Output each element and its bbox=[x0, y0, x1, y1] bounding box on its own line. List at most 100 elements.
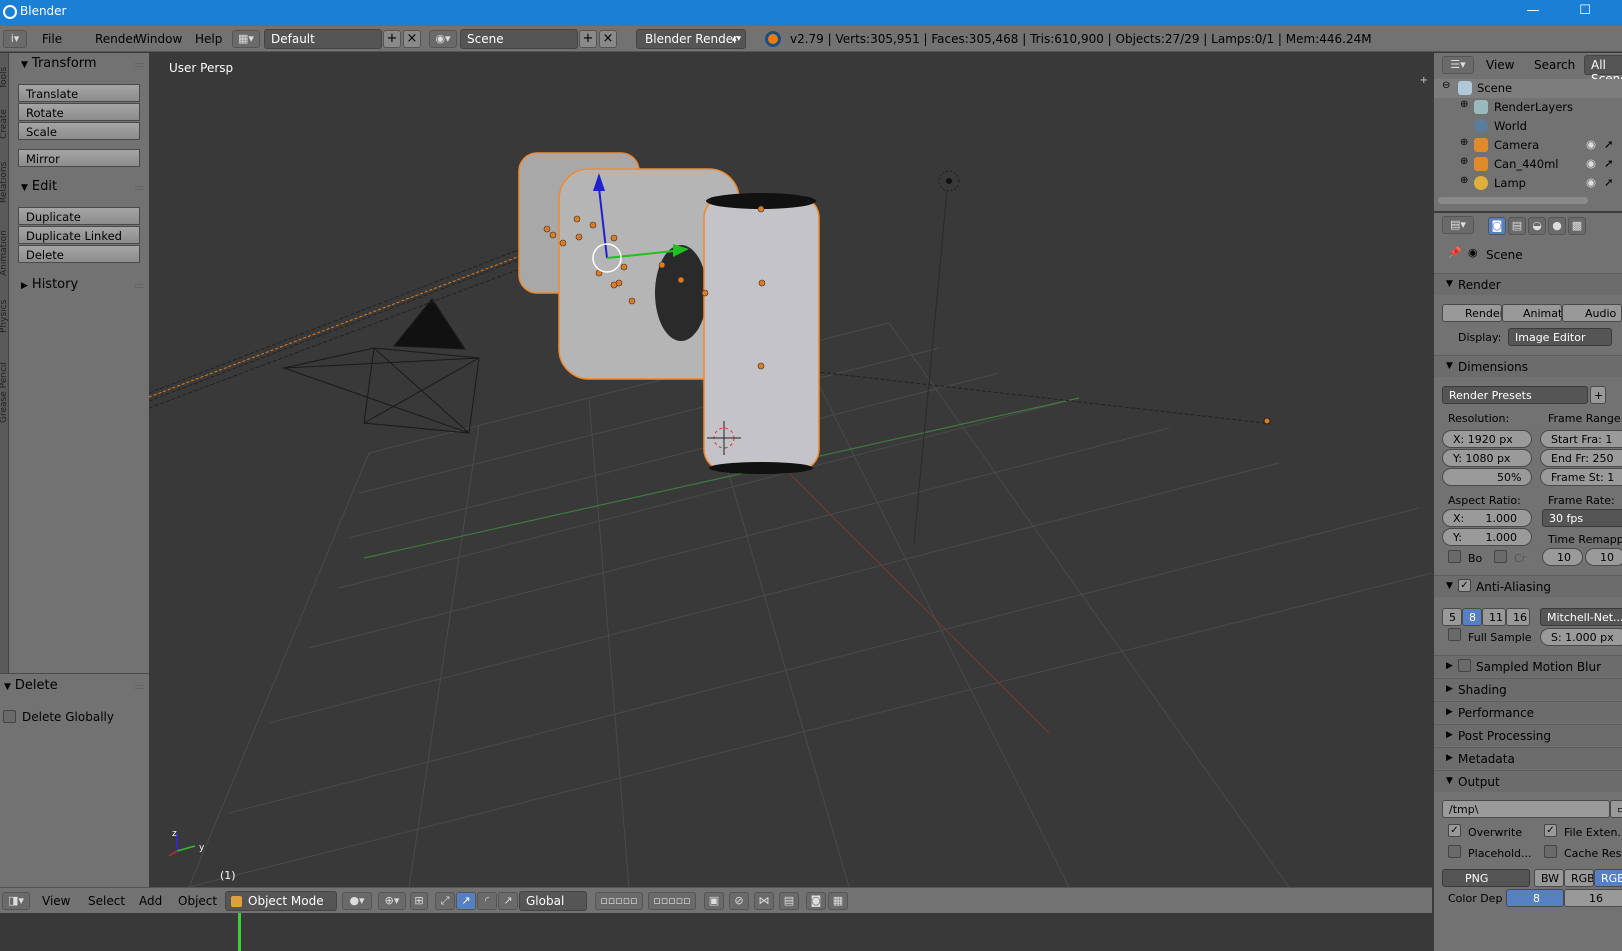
dimensions-section-header[interactable]: ▼ Dimensions bbox=[1434, 355, 1622, 377]
cursor-select-icon[interactable]: ➚ bbox=[1604, 137, 1614, 151]
timeline-area[interactable] bbox=[0, 913, 1432, 951]
outliner-row-lamp[interactable]: ⊕ Lamp ◉ ➚ bbox=[1434, 174, 1622, 193]
cursor-select-icon[interactable]: ➚ bbox=[1604, 156, 1614, 170]
menu-add[interactable]: Add bbox=[139, 894, 162, 908]
menu-select[interactable]: Select bbox=[88, 894, 125, 908]
start-frame-field[interactable]: Start Fra: 1 bbox=[1540, 430, 1622, 448]
shading-section-header[interactable]: ▶ Shading bbox=[1434, 678, 1622, 700]
resolution-y-field[interactable]: Y: 1080 px bbox=[1442, 449, 1532, 467]
menu-help[interactable]: Help bbox=[195, 32, 222, 46]
layout-selector[interactable]: Default bbox=[264, 29, 382, 49]
full-sample-checkbox[interactable] bbox=[1448, 628, 1461, 641]
depth-8-button[interactable]: 8 bbox=[1506, 889, 1564, 907]
border-checkbox[interactable] bbox=[1448, 550, 1461, 563]
outliner-scrollbar[interactable] bbox=[1438, 197, 1588, 204]
3d-viewport[interactable]: User Persp z y (1) + bbox=[149, 53, 1432, 887]
history-panel-title[interactable]: ▶ History bbox=[21, 277, 78, 292]
expand-icon[interactable]: ⊕ bbox=[1460, 99, 1468, 110]
scale-button[interactable]: Scale bbox=[18, 122, 140, 140]
output-section-header[interactable]: ▼ Output bbox=[1434, 770, 1622, 792]
render-section-header[interactable]: ▼ Render bbox=[1434, 273, 1622, 295]
outliner-search-menu[interactable]: Search bbox=[1534, 58, 1575, 72]
color-bw-button[interactable]: BW bbox=[1534, 869, 1564, 887]
layers-grid-a[interactable]: ▫▫▫▫▫ bbox=[595, 892, 643, 910]
menu-object[interactable]: Object bbox=[178, 894, 217, 908]
menu-view[interactable]: View bbox=[42, 894, 70, 908]
render-tab-icon[interactable]: ◙ bbox=[1488, 217, 1506, 235]
outliner-row-world[interactable]: World bbox=[1434, 117, 1622, 136]
file-format-selector[interactable]: PNG bbox=[1442, 869, 1530, 887]
shading-sphere-icon[interactable]: ●▾ bbox=[342, 892, 372, 910]
delete-panel-title[interactable]: ▼ Delete bbox=[4, 678, 58, 693]
render-presets-selector[interactable]: Render Presets bbox=[1442, 386, 1588, 404]
resolution-x-field[interactable]: X: 1920 px bbox=[1442, 430, 1532, 448]
grip-icon[interactable]: ::::: bbox=[135, 60, 145, 69]
add-preset-button[interactable]: + bbox=[1590, 386, 1606, 404]
add-layout-button[interactable]: + bbox=[383, 30, 401, 48]
expand-icon[interactable]: ⊕ bbox=[1460, 175, 1468, 186]
expand-icon[interactable]: ⊕ bbox=[1460, 137, 1468, 148]
motion-blur-checkbox[interactable] bbox=[1458, 659, 1471, 672]
folder-icon[interactable]: ▭ bbox=[1610, 800, 1622, 818]
end-frame-field[interactable]: End Fr: 250 bbox=[1540, 449, 1622, 467]
cursor-select-icon[interactable]: ➚ bbox=[1604, 175, 1614, 189]
render-anim-icon[interactable]: ▦ bbox=[828, 892, 848, 910]
expand-icon[interactable]: ⊕ bbox=[1460, 156, 1468, 167]
render-engine-selector[interactable]: Blender Render bbox=[636, 29, 746, 49]
duplicate-button[interactable]: Duplicate bbox=[18, 207, 140, 225]
playhead[interactable] bbox=[238, 913, 241, 951]
pin-icon[interactable]: 📌 bbox=[1448, 246, 1462, 259]
layers-grid-b[interactable]: ▫▫▫▫▫ bbox=[648, 892, 696, 910]
remove-layout-button[interactable]: × bbox=[403, 30, 421, 48]
mirror-button[interactable]: Mirror bbox=[18, 149, 140, 167]
aa-samples-16[interactable]: 16 bbox=[1506, 608, 1530, 626]
color-rgb-button[interactable]: RGB bbox=[1564, 869, 1594, 887]
layer-lock-icon[interactable]: ▣ bbox=[704, 892, 724, 910]
resolution-percent-field[interactable]: 50% bbox=[1442, 468, 1532, 486]
outliner-row-camera[interactable]: ⊕ Camera ◉ ➚ bbox=[1434, 136, 1622, 155]
color-rgba-button[interactable]: RGB bbox=[1594, 869, 1622, 887]
grip-icon[interactable]: ::::: bbox=[135, 281, 145, 290]
aa-samples-11[interactable]: 11 bbox=[1482, 608, 1506, 626]
world-tab-icon[interactable]: ● bbox=[1548, 217, 1566, 235]
remap-new-field[interactable]: 10 bbox=[1585, 548, 1622, 566]
snap-target-icon[interactable]: ▤ bbox=[779, 892, 799, 910]
viewport-corner-icon[interactable]: + bbox=[1420, 75, 1428, 86]
animation-button[interactable]: Animation bbox=[1502, 304, 1562, 322]
menu-file[interactable]: File bbox=[42, 32, 62, 46]
orientation-selector[interactable]: Global bbox=[519, 891, 587, 911]
translate-button[interactable]: Translate bbox=[18, 84, 140, 102]
metadata-section-header[interactable]: ▶ Metadata bbox=[1434, 747, 1622, 769]
menu-window[interactable]: Window bbox=[135, 32, 182, 46]
delete-button[interactable]: Delete bbox=[18, 245, 140, 263]
rotate-button[interactable]: Rotate bbox=[18, 103, 140, 121]
snap-icon[interactable]: ⋈ bbox=[754, 892, 774, 910]
outliner-display-mode[interactable]: All Scenes bbox=[1584, 55, 1622, 86]
outliner-row-renderlayers[interactable]: ⊕ RenderLayers bbox=[1434, 98, 1622, 117]
rotate-arc-icon[interactable]: ◜ bbox=[477, 892, 497, 910]
outliner-view-menu[interactable]: View bbox=[1486, 58, 1514, 72]
overwrite-checkbox[interactable]: ✓ bbox=[1448, 824, 1461, 837]
translate-manipulator-icon[interactable]: ⤢ bbox=[435, 892, 455, 910]
scene-selector[interactable]: Scene bbox=[460, 29, 578, 49]
file-extensions-checkbox[interactable]: ✓ bbox=[1544, 824, 1557, 837]
grip-icon[interactable]: ::::: bbox=[135, 183, 145, 192]
add-scene-button[interactable]: + bbox=[579, 30, 597, 48]
proportional-edit-icon[interactable]: ⊘ bbox=[729, 892, 749, 910]
placeholders-checkbox[interactable] bbox=[1448, 845, 1461, 858]
outliner-editor-icon[interactable]: ☰▾ bbox=[1442, 56, 1474, 74]
collapse-icon[interactable]: ⊖ bbox=[1442, 80, 1450, 91]
depth-16-button[interactable]: 16 bbox=[1564, 889, 1622, 907]
frame-step-field[interactable]: Frame St: 1 bbox=[1540, 468, 1622, 486]
audio-button[interactable]: Audio bbox=[1562, 304, 1622, 322]
frame-rate-selector[interactable]: 30 fps bbox=[1542, 509, 1622, 527]
editor-type-3d-icon[interactable]: ◨▾ bbox=[2, 892, 30, 910]
cache-result-checkbox[interactable] bbox=[1544, 845, 1557, 858]
performance-section-header[interactable]: ▶ Performance bbox=[1434, 701, 1622, 723]
display-selector[interactable]: Image Editor bbox=[1508, 328, 1612, 346]
camera-object[interactable] bbox=[282, 298, 480, 434]
crop-checkbox[interactable] bbox=[1494, 550, 1507, 563]
eye-icon[interactable]: ◉ bbox=[1586, 156, 1596, 170]
transform-panel-title[interactable]: ▼ Transform bbox=[21, 56, 97, 71]
aspect-y-field[interactable]: Y: 1.000 bbox=[1442, 528, 1532, 546]
